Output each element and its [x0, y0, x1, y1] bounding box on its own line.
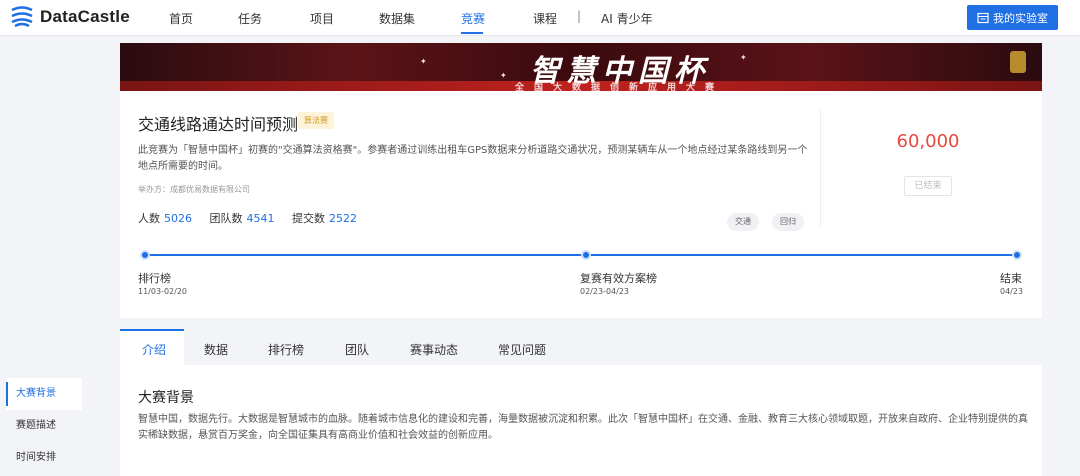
- my-lab-label: 我的实验室: [993, 11, 1048, 25]
- section-text: 智慧中国，数据先行。大数据是智慧城市的血脉。随着城市信息化的建设和完善，海量数据…: [138, 414, 1028, 441]
- sidenav-item-description[interactable]: 赛题描述: [6, 410, 82, 442]
- timeline-stage-label: 排行榜: [138, 272, 171, 285]
- nav-item-projects[interactable]: 项目: [310, 10, 334, 27]
- timeline-dot: [1012, 250, 1022, 260]
- sidenav-item-schedule[interactable]: 时间安排: [6, 442, 82, 474]
- competition-title: 交通线路通达时间预测: [138, 115, 299, 134]
- logo[interactable]: DataCastle: [10, 6, 130, 28]
- banner-sparkle: ✦: [420, 57, 427, 66]
- section-title: 大赛背景: [138, 390, 194, 406]
- stat-submissions-value: 2522: [329, 212, 357, 225]
- timeline-stage-label: 结束: [1000, 272, 1022, 285]
- competition-info-card: 交通线路通达时间预测 算法赛 此竞赛为「智慧中国杯」初赛的"交通算法资格赛"。参…: [120, 91, 1042, 318]
- logo-icon: [11, 6, 33, 28]
- keyword-tag[interactable]: 回归: [772, 213, 804, 231]
- banner-robot-icon: [1010, 51, 1026, 73]
- nav-item-courses[interactable]: 课程: [533, 10, 557, 27]
- nav-item-competitions[interactable]: 竞赛: [461, 10, 485, 27]
- competition-type-tag: 算法赛: [298, 112, 334, 129]
- timeline-dot: [581, 250, 591, 260]
- stat-submissions-label: 提交数: [292, 212, 325, 225]
- keyword-tag[interactable]: 交通: [727, 213, 759, 231]
- timeline-dot: [140, 250, 150, 260]
- nav-separator: |: [577, 9, 582, 23]
- timeline-stage-date: 04/23: [1000, 287, 1024, 296]
- tab-intro[interactable]: 介绍: [142, 341, 166, 358]
- sidenav-item-background[interactable]: 大赛背景: [6, 378, 82, 410]
- nav-active-indicator: [461, 32, 483, 34]
- nav-item-tasks[interactable]: 任务: [238, 10, 262, 27]
- top-navbar: DataCastle 首页 任务 项目 数据集 竞赛 课程 | AI 青少年 我…: [0, 0, 1080, 36]
- banner-sparkle: ✦: [740, 53, 747, 62]
- competition-description: 此竞赛为「智慧中国杯」初赛的"交通算法资格赛"。参赛者通过训练出租车GPS数据来…: [138, 145, 808, 172]
- banner-subtitle: 全国大数据创新应用大赛: [515, 83, 725, 91]
- banner-sparkle: ✦: [500, 71, 507, 80]
- tab-news[interactable]: 赛事动态: [410, 341, 458, 358]
- lab-icon: [977, 12, 989, 23]
- stat-teams-value: 4541: [246, 212, 275, 225]
- timeline-stage-date: 11/03-02/20: [138, 287, 187, 296]
- tab-active-indicator: [120, 329, 184, 331]
- tab-leaderboard[interactable]: 排行榜: [268, 341, 304, 358]
- intro-content: 大赛背景 智慧中国，数据先行。大数据是智慧城市的血脉。随着城市信息化的建设和完善…: [120, 365, 1042, 476]
- stat-participants-value: 5026: [164, 212, 192, 225]
- prize-amount: 60,000: [896, 131, 960, 152]
- competition-tabs: 介绍 数据 排行榜 团队 赛事动态 常见问题: [120, 329, 1042, 365]
- tab-faq[interactable]: 常见问题: [498, 341, 546, 358]
- brand-name: DataCastle: [40, 7, 130, 26]
- competition-organizer: 举办方：成都优易数据有限公司: [138, 185, 250, 194]
- tab-teams[interactable]: 团队: [345, 341, 369, 358]
- tab-data[interactable]: 数据: [204, 341, 228, 358]
- nav-item-datasets[interactable]: 数据集: [379, 10, 415, 27]
- my-lab-button[interactable]: 我的实验室: [967, 5, 1058, 30]
- status-ended-button: 已结束: [904, 176, 952, 196]
- card-divider: [820, 109, 821, 227]
- section-sidenav: 大赛背景 赛题描述 时间安排: [6, 378, 82, 474]
- timeline-stage-label: 复赛有效方案榜: [580, 272, 657, 285]
- timeline-stage-date: 02/23-04/23: [580, 287, 629, 296]
- stat-teams-label: 团队数: [209, 212, 243, 225]
- competition-stats: 人数 5026 团队数 4541 提交数 2522: [138, 210, 371, 226]
- nav-item-ai-youth[interactable]: AI 青少年: [601, 10, 653, 27]
- competition-banner: ✦ ✦ ✦ 智慧中国杯 全国大数据创新应用大赛: [120, 43, 1042, 91]
- nav-item-home[interactable]: 首页: [169, 10, 193, 27]
- stat-participants-label: 人数: [138, 212, 160, 225]
